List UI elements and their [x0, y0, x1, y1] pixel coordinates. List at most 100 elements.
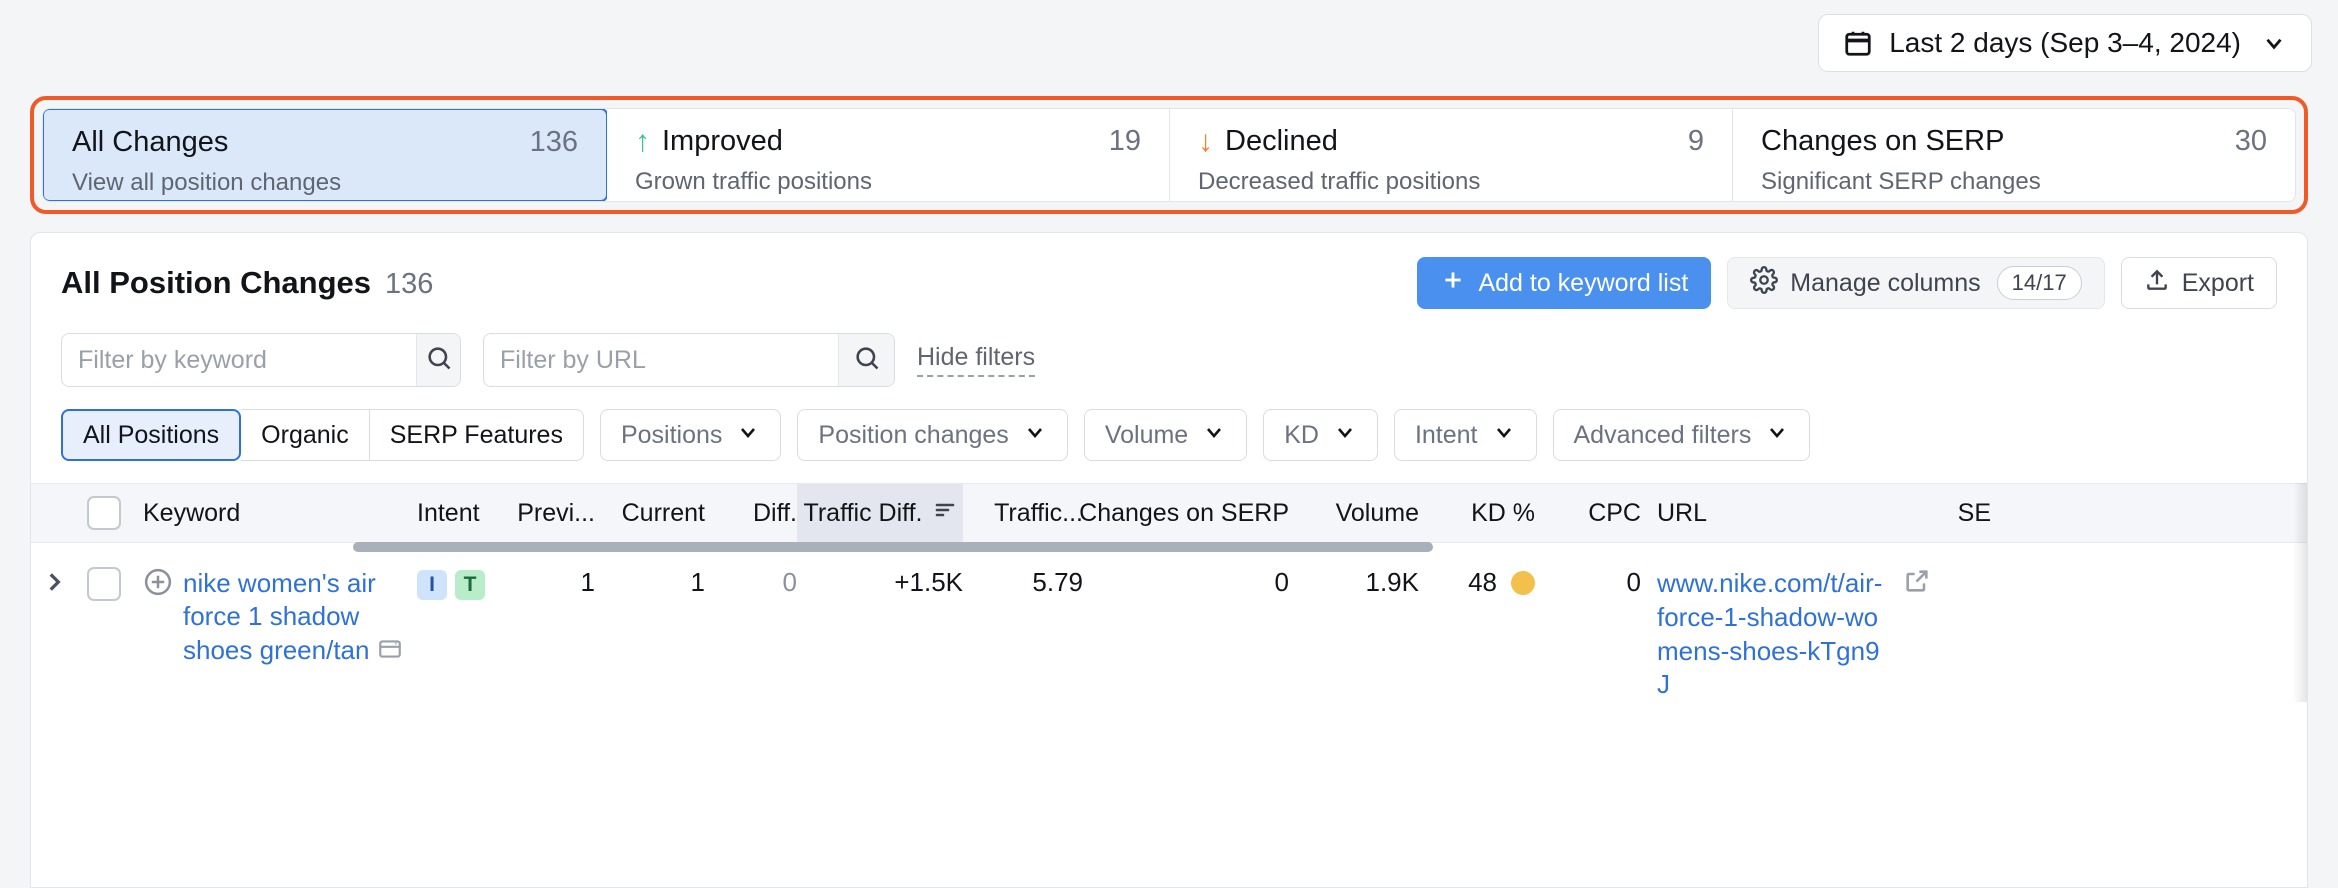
- sort-icon: [933, 498, 957, 529]
- chevron-down-icon: [1202, 420, 1226, 451]
- summary-card-subtitle: Decreased traffic positions: [1198, 168, 1481, 195]
- upload-icon: [2144, 267, 2170, 300]
- summary-card-title-wrap: Changes on SERP: [1761, 125, 2004, 158]
- filter-dropdown-intent[interactable]: Intent: [1393, 409, 1537, 461]
- export-label: Export: [2181, 268, 2254, 297]
- segment-organic[interactable]: Organic: [241, 409, 370, 461]
- header-previous[interactable]: Previ...: [499, 499, 595, 528]
- header-changes-on-serp[interactable]: Changes on SERP: [1079, 499, 1289, 528]
- date-picker-row: Last 2 days (Sep 3–4, 2024): [1818, 14, 2312, 72]
- external-link-icon[interactable]: [1903, 567, 1931, 602]
- filter-dropdown-positions[interactable]: Positions: [599, 409, 782, 461]
- add-to-keyword-list-label: Add to keyword list: [1478, 268, 1689, 297]
- segment-all-positions[interactable]: All Positions: [61, 409, 242, 461]
- summary-card-top: All Changes 136: [72, 126, 578, 159]
- select-all-checkbox-cell: [77, 496, 131, 530]
- arrow-down-icon: ↓: [1198, 124, 1213, 158]
- summary-card-changes-on-serp[interactable]: Changes on SERP 30 Significant SERP chan…: [1733, 109, 2295, 201]
- keyword-filter-box: [61, 333, 461, 387]
- keyword-link[interactable]: nike women's air force 1 shadow shoes gr…: [183, 567, 411, 670]
- filter-dropdown-advanced-filters[interactable]: Advanced filters: [1552, 409, 1811, 461]
- summary-card-top: ↑ Improved 19: [635, 125, 1141, 158]
- chevron-down-icon: [736, 420, 760, 451]
- keyword-cell-inner: nike women's air force 1 shadow shoes gr…: [143, 567, 411, 670]
- filter-dropdown-kd[interactable]: KD: [1263, 409, 1378, 461]
- search-icon: [853, 344, 881, 377]
- summary-card-declined[interactable]: ↓ Declined 9 Decreased traffic positions: [1170, 109, 1733, 201]
- add-to-keyword-list-button[interactable]: Add to keyword list: [1417, 257, 1712, 309]
- header-keyword[interactable]: Keyword: [131, 499, 411, 528]
- hide-filters-toggle[interactable]: Hide filters: [917, 343, 1036, 377]
- header-traffic-diff-label: Traffic Diff.: [803, 498, 923, 527]
- keyword-text: nike women's air force 1 shadow shoes gr…: [183, 568, 376, 665]
- chevron-down-icon: [1492, 420, 1516, 451]
- header-current[interactable]: Current: [595, 499, 705, 528]
- header-kd-percent[interactable]: KD %: [1419, 499, 1535, 528]
- header-se-truncated[interactable]: SE: [1931, 499, 1991, 528]
- kd-value: 48: [1468, 567, 1497, 597]
- serp-preview-icon[interactable]: [377, 636, 403, 670]
- summary-card-subtitle: Significant SERP changes: [1761, 168, 2041, 195]
- panel-title-wrap: All Position Changes 136: [61, 265, 433, 301]
- chevron-down-icon: [1765, 420, 1789, 451]
- header-cpc[interactable]: CPC: [1535, 499, 1641, 528]
- row-position-diff: 0: [782, 567, 797, 597]
- summary-card-title-wrap: ↑ Improved: [635, 125, 783, 158]
- filter-row-search: Hide filters: [61, 333, 2277, 387]
- filter-dropdown-volume[interactable]: Volume: [1083, 409, 1248, 461]
- row-expand-toggle[interactable]: [31, 567, 77, 604]
- header-intent[interactable]: Intent: [411, 499, 499, 528]
- position-changes-table: Keyword Intent Previ... Current Diff. Tr…: [31, 483, 2307, 703]
- intent-badge-informational[interactable]: I: [417, 570, 447, 600]
- chevron-down-icon: [1333, 420, 1357, 451]
- intent-badge-transactional[interactable]: T: [455, 570, 485, 600]
- summary-card-title-wrap: ↓ Declined: [1198, 125, 1338, 158]
- summary-card-all-changes[interactable]: All Changes 136 View all position change…: [43, 109, 608, 201]
- url-filter-input[interactable]: [484, 334, 838, 386]
- chevron-down-icon: [2261, 30, 2287, 56]
- row-traffic: 5.79: [1032, 567, 1083, 597]
- header-traffic[interactable]: Traffic...: [963, 499, 1083, 528]
- summary-card-count: 30: [2234, 125, 2267, 157]
- filter-dropdown-position-changes[interactable]: Position changes: [797, 409, 1068, 461]
- kd-difficulty-dot: [1511, 570, 1535, 595]
- row-keyword-cell: nike women's air force 1 shadow shoes gr…: [131, 567, 411, 670]
- select-all-checkbox[interactable]: [87, 496, 121, 530]
- manage-columns-button[interactable]: Manage columns 14/17: [1727, 257, 2105, 309]
- header-diff[interactable]: Diff.: [705, 499, 797, 528]
- row-checkbox-cell: [77, 567, 131, 601]
- row-checkbox[interactable]: [87, 567, 121, 601]
- summary-card-improved[interactable]: ↑ Improved 19 Grown traffic positions: [607, 109, 1170, 201]
- row-current-position: 1: [690, 567, 705, 597]
- summary-card-title-wrap: All Changes: [72, 126, 228, 159]
- filter-dropdown-label: Volume: [1104, 420, 1189, 449]
- summary-card-count: 19: [1108, 125, 1141, 157]
- calendar-icon: [1843, 28, 1873, 58]
- summary-cards-highlight-ring: All Changes 136 View all position change…: [30, 96, 2308, 214]
- panel-header: All Position Changes 136 Add to keyword …: [31, 233, 2307, 319]
- filter-dropdown-label: Position changes: [818, 420, 1009, 449]
- position-type-segmented-control: All Positions Organic SERP Features: [61, 409, 584, 461]
- row-url-cell: www.nike.com/t/air-force-1-shadow-womens…: [1641, 567, 1931, 702]
- header-traffic-diff[interactable]: Traffic Diff.: [797, 484, 963, 542]
- gear-icon: [1750, 265, 1779, 301]
- keyword-filter-input[interactable]: [62, 334, 416, 386]
- summary-card-top: Changes on SERP 30: [1761, 125, 2267, 158]
- url-link[interactable]: www.nike.com/t/air-force-1-shadow-womens…: [1657, 567, 1889, 702]
- date-range-picker[interactable]: Last 2 days (Sep 3–4, 2024): [1818, 14, 2312, 72]
- summary-card-subtitle: View all position changes: [72, 169, 342, 196]
- horizontal-scrollbar[interactable]: [353, 542, 1433, 552]
- segment-serp-features[interactable]: SERP Features: [369, 409, 584, 461]
- keyword-search-button[interactable]: [416, 334, 460, 386]
- kd-value-wrap: 48: [1419, 567, 1535, 598]
- url-cell-inner: www.nike.com/t/air-force-1-shadow-womens…: [1657, 567, 1931, 702]
- summary-card-title: All Changes: [72, 126, 229, 158]
- url-search-button[interactable]: [838, 334, 894, 386]
- header-volume[interactable]: Volume: [1289, 499, 1419, 528]
- summary-card-count: 136: [529, 126, 578, 158]
- row-intent-cell: IT: [411, 567, 499, 600]
- filter-dropdown-label: Positions: [620, 420, 723, 449]
- header-url[interactable]: URL: [1641, 499, 1931, 528]
- export-button[interactable]: Export: [2120, 257, 2277, 309]
- add-keyword-icon[interactable]: [143, 567, 173, 604]
